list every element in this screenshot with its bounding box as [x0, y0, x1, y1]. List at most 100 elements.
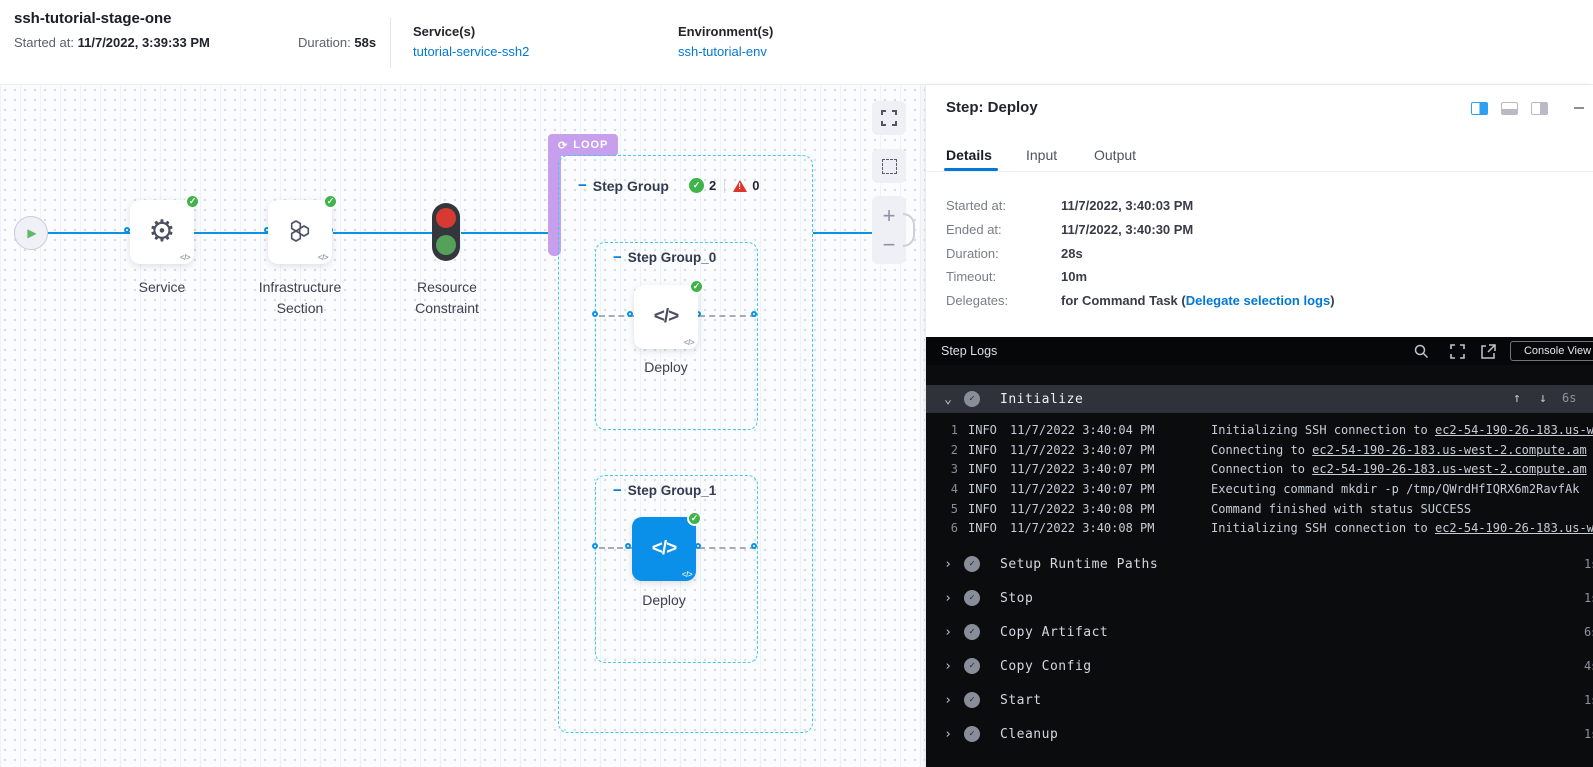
code-icon: </> [654, 306, 678, 328]
layout-right-icon[interactable] [1531, 102, 1548, 115]
log-message: Executing command mkdir -p /tmp/QWrdHfIQ… [1211, 480, 1579, 500]
duration: Duration: 58s [298, 35, 376, 50]
chevron-right-icon[interactable]: › [940, 557, 956, 572]
log-timestamp: 11/7/2022 3:40:07 PM [1010, 460, 1165, 480]
console-view-button[interactable]: Console View [1510, 341, 1593, 361]
arrow-down-icon[interactable]: ↓ [1539, 391, 1547, 406]
chevron-right-icon[interactable]: › [940, 727, 956, 742]
success-count-icon: ✓ [689, 178, 704, 193]
delegate-selection-logs-link[interactable]: Delegate selection logs [1186, 293, 1331, 308]
flow-line [194, 232, 269, 234]
canvas-fullscreen-button[interactable] [872, 101, 906, 135]
log-section-row[interactable]: › ✓ Cleanup 1s [926, 719, 1593, 749]
log-host-link[interactable]: ec2-54-190-26-183.us-west-2.compute.am [1312, 462, 1587, 476]
log-level: INFO [968, 441, 1000, 461]
step-group-0-header[interactable]: − Step Group_0 [613, 249, 716, 266]
log-timestamp: 11/7/2022 3:40:07 PM [1010, 480, 1165, 500]
log-expand-icon[interactable] [1450, 344, 1465, 364]
chevron-right-icon[interactable]: › [940, 693, 956, 708]
tab-input[interactable]: Input [1026, 147, 1057, 163]
log-section-row[interactable]: › ✓ Start 1s [926, 685, 1593, 715]
log-line-number: 5 [938, 500, 958, 520]
open-in-new-icon[interactable] [1481, 344, 1496, 364]
chevron-right-icon[interactable]: › [940, 625, 956, 640]
collapse-icon[interactable]: − [613, 482, 622, 499]
deploy-node-0[interactable]: </> ✓ </> [634, 285, 698, 349]
flow-line [461, 232, 549, 234]
log-search-icon[interactable] [1414, 344, 1429, 364]
log-host-link[interactable]: ec2-54-190-26-183.us-w [1435, 423, 1593, 437]
canvas-select-button[interactable] [872, 149, 906, 183]
zoom-handle[interactable] [903, 213, 915, 247]
log-message: Command finished with status SUCCESS [1211, 500, 1471, 520]
service-node[interactable]: ⚙ ✓ </> [130, 200, 194, 264]
log-section-row[interactable]: › ✓ Setup Runtime Paths 1s [926, 549, 1593, 579]
zoom-in-icon[interactable]: + [872, 205, 906, 227]
failed-count: 0 [752, 178, 759, 193]
fullscreen-icon [881, 110, 897, 126]
loop-badge-label: LOOP [573, 139, 608, 151]
log-lines: 1 INFO 11/7/2022 3:40:04 PM Initializing… [926, 421, 1593, 539]
deploy-node-1-selected[interactable]: </> ✓ </> [632, 517, 696, 581]
check-circle-icon: ✓ [964, 590, 980, 606]
chevron-right-icon[interactable]: › [940, 591, 956, 606]
log-line-number: 3 [938, 460, 958, 480]
start-node[interactable]: ▶ [14, 216, 48, 250]
layout-split-icon[interactable] [1471, 102, 1488, 115]
infrastructure-node-label: Infrastructure Section [245, 277, 355, 319]
step-group-1-header[interactable]: − Step Group_1 [613, 482, 716, 499]
stage-title: ssh-tutorial-stage-one [14, 10, 172, 27]
log-section-initialize[interactable]: ⌄ ✓ Initialize ↑ ↓ 6s [926, 385, 1593, 413]
log-section-row[interactable]: › ✓ Copy Artifact 6s [926, 617, 1593, 647]
collapse-icon[interactable]: − [613, 249, 622, 266]
arrow-up-icon[interactable]: ↑ [1513, 391, 1521, 406]
zoom-out-icon[interactable]: − [872, 234, 906, 256]
check-circle-icon: ✓ [964, 692, 980, 708]
minimize-icon[interactable] [1574, 107, 1584, 109]
log-section-title: Start [1000, 693, 1042, 708]
flow-line [46, 232, 131, 234]
canvas-zoom-control: + − [872, 196, 906, 264]
log-timestamp: 11/7/2022 3:40:07 PM [1010, 441, 1165, 461]
tabs-border [926, 171, 1593, 172]
detail-row-delegates: Delegates: for Command Task (Delegate se… [926, 293, 1593, 310]
infrastructure-node[interactable]: ✓ </> [268, 200, 332, 264]
log-message: Initializing SSH connection to ec2-54-19… [1211, 519, 1593, 539]
log-section-row[interactable]: › ✓ Copy Config 4s [926, 651, 1593, 681]
section-duration: 6s [1584, 625, 1593, 639]
log-level: INFO [968, 480, 1000, 500]
execution-screen: ssh-tutorial-stage-one Started at: 11/7/… [0, 0, 1593, 767]
log-timestamp: 11/7/2022 3:40:08 PM [1010, 500, 1165, 520]
code-mini-icon: </> [318, 253, 328, 262]
environment-link[interactable]: ssh-tutorial-env [678, 44, 767, 59]
tab-details[interactable]: Details [946, 147, 992, 163]
pipeline-canvas[interactable]: ▶ ⚙ ✓ </> Service ✓ </> Infrastructure S… [0, 85, 925, 767]
chevron-right-icon[interactable]: › [940, 659, 956, 674]
header-divider [390, 18, 391, 68]
loop-badge[interactable]: ⟳ LOOP [548, 134, 618, 156]
success-count: 2 [709, 178, 716, 193]
tab-output[interactable]: Output [1094, 147, 1136, 163]
gear-icon: ⚙ [149, 217, 176, 247]
section-duration: 1s [1584, 557, 1593, 571]
connector-dot [592, 311, 598, 317]
traffic-light-icon[interactable] [432, 203, 460, 261]
log-line: 3 INFO 11/7/2022 3:40:07 PM Connection t… [926, 460, 1593, 480]
log-host-link[interactable]: ec2-54-190-26-183.us-west-2.compute.am [1312, 443, 1587, 457]
log-line: 6 INFO 11/7/2022 3:40:08 PM Initializing… [926, 519, 1593, 539]
chevron-down-icon[interactable]: ⌄ [940, 392, 956, 407]
log-section-row[interactable]: › ✓ Stop 1s [926, 583, 1593, 613]
log-line: 4 INFO 11/7/2022 3:40:07 PM Executing co… [926, 480, 1593, 500]
log-level: INFO [968, 421, 1000, 441]
service-link[interactable]: tutorial-service-ssh2 [413, 44, 529, 59]
collapse-icon[interactable]: − [578, 177, 587, 194]
log-section-title: Copy Artifact [1000, 625, 1108, 640]
log-console[interactable]: ⌄ ✓ Initialize ↑ ↓ 6s 1 INFO 11/7/2022 3… [926, 365, 1593, 767]
step-group-header[interactable]: − Step Group ✓ 2 0 [578, 177, 759, 194]
layout-bottom-icon[interactable] [1501, 102, 1518, 115]
log-timestamp: 11/7/2022 3:40:08 PM [1010, 519, 1165, 539]
dashed-connector [699, 547, 756, 549]
status-divider [724, 179, 725, 193]
log-host-link[interactable]: ec2-54-190-26-183.us-w [1435, 521, 1593, 535]
code-icon: </> [652, 538, 676, 560]
